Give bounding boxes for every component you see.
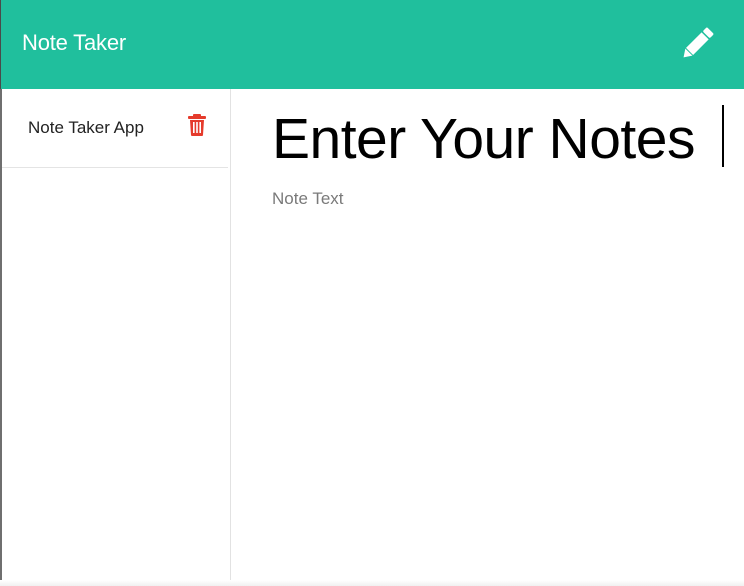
brand-title[interactable]: Note Taker [22,30,126,56]
text-caret [722,105,724,167]
list-item[interactable]: Note Taker App [2,89,228,168]
note-text-input[interactable] [272,189,712,569]
note-title-label: Note Taker App [28,118,144,137]
trash-icon[interactable] [186,113,208,137]
note-title-input[interactable] [272,103,732,175]
navbar: Note Taker [0,0,744,89]
pencil-icon[interactable] [677,24,717,64]
bottom-edge [0,580,744,586]
note-editor [232,89,744,586]
note-list: Note Taker App [0,89,231,586]
